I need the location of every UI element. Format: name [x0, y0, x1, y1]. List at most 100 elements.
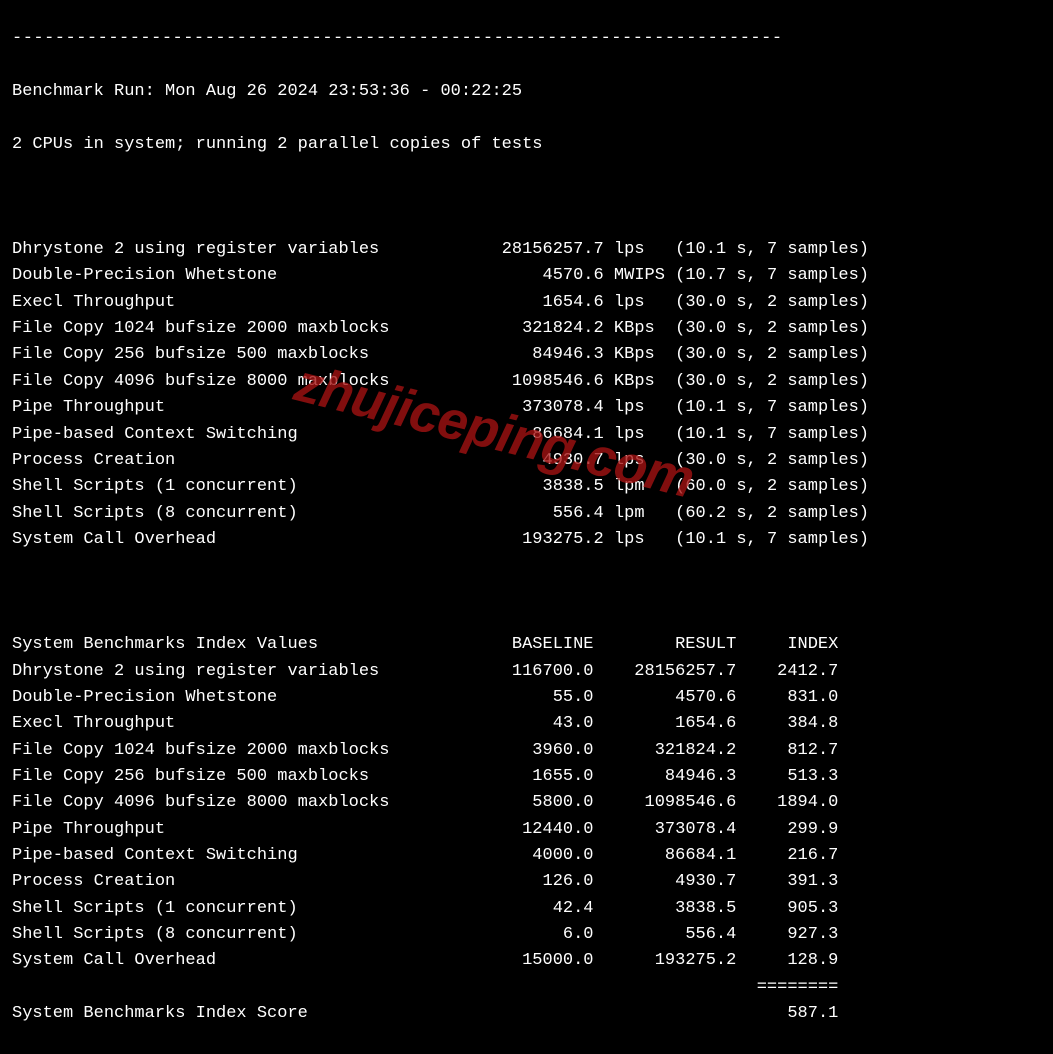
index-header-row: System Benchmarks Index Values BASELINE …	[12, 632, 1041, 658]
index-result: 4570.6	[594, 688, 737, 707]
result-row: File Copy 4096 bufsize 8000 maxblocks 10…	[12, 369, 1041, 395]
result-row: Shell Scripts (8 concurrent) 556.4 lpm (…	[12, 501, 1041, 527]
index-value: 2412.7	[736, 662, 838, 681]
index-baseline: 1655.0	[451, 767, 594, 786]
index-result: 373078.4	[594, 820, 737, 839]
result-name: Pipe Throughput	[12, 398, 430, 417]
result-value: 1098546.6	[430, 372, 603, 391]
index-result: 1098546.6	[594, 793, 737, 812]
index-row: File Copy 256 bufsize 500 maxblocks 1655…	[12, 764, 1041, 790]
result-timing: (30.0 s, 2 samples)	[665, 319, 869, 338]
result-timing: (30.0 s, 2 samples)	[665, 372, 869, 391]
result-name: Dhrystone 2 using register variables	[12, 240, 430, 259]
index-baseline: 55.0	[451, 688, 594, 707]
index-value: 1894.0	[736, 793, 838, 812]
result-value: 86684.1	[430, 425, 603, 444]
index-result: 3838.5	[594, 899, 737, 918]
index-row: Shell Scripts (1 concurrent) 42.4 3838.5…	[12, 896, 1041, 922]
index-row: Double-Precision Whetstone 55.0 4570.6 8…	[12, 685, 1041, 711]
benchmark-index-block: System Benchmarks Index Values BASELINE …	[12, 632, 1041, 1027]
result-row: Shell Scripts (1 concurrent) 3838.5 lpm …	[12, 474, 1041, 500]
result-value: 84946.3	[430, 345, 603, 364]
result-value: 3838.5	[430, 477, 603, 496]
result-timing: (30.0 s, 2 samples)	[665, 451, 869, 470]
index-value: 128.9	[736, 951, 838, 970]
terminal-output: ----------------------------------------…	[0, 0, 1053, 1054]
index-value: 905.3	[736, 899, 838, 918]
result-unit: lps	[604, 240, 665, 259]
result-unit: MWIPS	[604, 266, 665, 285]
index-value: 812.7	[736, 741, 838, 760]
result-unit: lps	[604, 425, 665, 444]
index-result: 28156257.7	[594, 662, 737, 681]
result-unit: lps	[604, 530, 665, 549]
result-name: Double-Precision Whetstone	[12, 266, 430, 285]
result-row: Dhrystone 2 using register variables 281…	[12, 237, 1041, 263]
result-name: File Copy 4096 bufsize 8000 maxblocks	[12, 372, 430, 391]
index-value: 384.8	[736, 714, 838, 733]
benchmark-run-line: Benchmark Run: Mon Aug 26 2024 23:53:36 …	[12, 79, 1041, 105]
index-baseline: 4000.0	[451, 846, 594, 865]
index-baseline: 6.0	[451, 925, 594, 944]
result-value: 556.4	[430, 504, 603, 523]
result-value: 373078.4	[430, 398, 603, 417]
index-row: Execl Throughput 43.0 1654.6 384.8	[12, 711, 1041, 737]
divider-line: ----------------------------------------…	[12, 26, 1041, 52]
index-name: Execl Throughput	[12, 714, 451, 733]
result-name: Process Creation	[12, 451, 430, 470]
result-value: 321824.2	[430, 319, 603, 338]
index-result: 321824.2	[594, 741, 737, 760]
result-row: System Call Overhead 193275.2 lps (10.1 …	[12, 527, 1041, 553]
result-row: File Copy 256 bufsize 500 maxblocks 8494…	[12, 342, 1041, 368]
result-value: 1654.6	[430, 293, 603, 312]
index-row: Pipe Throughput 12440.0 373078.4 299.9	[12, 817, 1041, 843]
index-name: Pipe Throughput	[12, 820, 451, 839]
result-row: Pipe-based Context Switching 86684.1 lps…	[12, 422, 1041, 448]
index-row: Pipe-based Context Switching 4000.0 8668…	[12, 843, 1041, 869]
index-name: File Copy 256 bufsize 500 maxblocks	[12, 767, 451, 786]
index-row: Dhrystone 2 using register variables 116…	[12, 659, 1041, 685]
result-value: 4930.7	[430, 451, 603, 470]
benchmark-results-block: Dhrystone 2 using register variables 281…	[12, 237, 1041, 553]
result-row: Process Creation 4930.7 lps (30.0 s, 2 s…	[12, 448, 1041, 474]
result-unit: KBps	[604, 319, 665, 338]
index-baseline: 126.0	[451, 872, 594, 891]
index-value: 831.0	[736, 688, 838, 707]
index-value: 513.3	[736, 767, 838, 786]
index-name: Double-Precision Whetstone	[12, 688, 451, 707]
index-value: 216.7	[736, 846, 838, 865]
result-unit: KBps	[604, 345, 665, 364]
index-name: Pipe-based Context Switching	[12, 846, 451, 865]
result-unit: lps	[604, 293, 665, 312]
index-value: 927.3	[736, 925, 838, 944]
index-name: Shell Scripts (8 concurrent)	[12, 925, 451, 944]
index-value: 299.9	[736, 820, 838, 839]
blank-line	[12, 184, 1041, 210]
index-name: Process Creation	[12, 872, 451, 891]
result-value: 28156257.7	[430, 240, 603, 259]
result-row: Pipe Throughput 373078.4 lps (10.1 s, 7 …	[12, 395, 1041, 421]
result-name: File Copy 1024 bufsize 2000 maxblocks	[12, 319, 430, 338]
result-row: Execl Throughput 1654.6 lps (30.0 s, 2 s…	[12, 290, 1041, 316]
index-value: 391.3	[736, 872, 838, 891]
result-name: File Copy 256 bufsize 500 maxblocks	[12, 345, 430, 364]
index-baseline: 116700.0	[451, 662, 594, 681]
result-timing: (10.1 s, 7 samples)	[665, 398, 869, 417]
index-name: File Copy 1024 bufsize 2000 maxblocks	[12, 741, 451, 760]
result-row: Double-Precision Whetstone 4570.6 MWIPS …	[12, 263, 1041, 289]
result-unit: lps	[604, 451, 665, 470]
result-name: Execl Throughput	[12, 293, 430, 312]
index-result: 4930.7	[594, 872, 737, 891]
index-baseline: 42.4	[451, 899, 594, 918]
result-name: Shell Scripts (1 concurrent)	[12, 477, 430, 496]
result-timing: (10.1 s, 7 samples)	[665, 240, 869, 259]
result-name: Shell Scripts (8 concurrent)	[12, 504, 430, 523]
index-row: File Copy 1024 bufsize 2000 maxblocks 39…	[12, 738, 1041, 764]
result-name: Pipe-based Context Switching	[12, 425, 430, 444]
index-score-label: System Benchmarks Index Score	[12, 1004, 736, 1023]
index-row: System Call Overhead 15000.0 193275.2 12…	[12, 948, 1041, 974]
result-unit: lps	[604, 398, 665, 417]
result-timing: (30.0 s, 2 samples)	[665, 293, 869, 312]
index-result: 556.4	[594, 925, 737, 944]
result-timing: (10.1 s, 7 samples)	[665, 530, 869, 549]
